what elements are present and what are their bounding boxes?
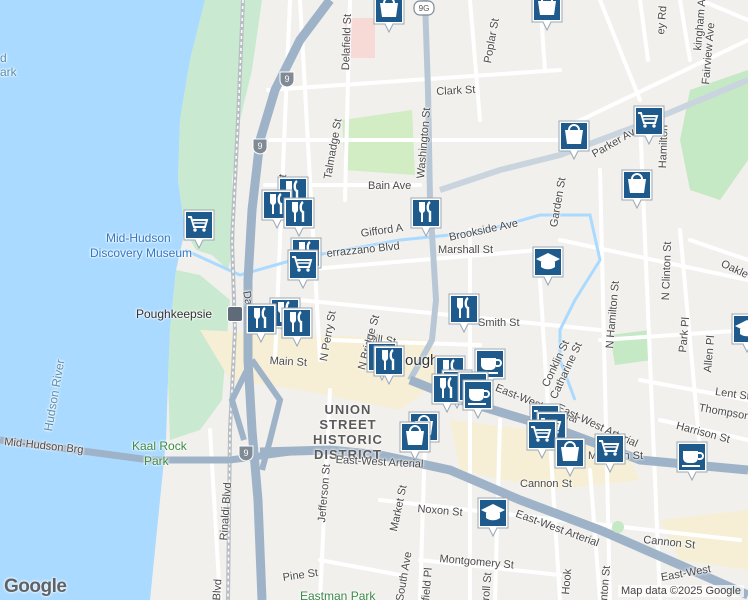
map-attribution[interactable]: Map data ©2025 Google xyxy=(617,585,744,597)
route-9g-shield: 9G xyxy=(413,0,435,21)
water-label-fragment-2: ark xyxy=(0,65,17,79)
water-label-fragment: d xyxy=(0,51,7,65)
street-marshall: Marshall St xyxy=(438,244,494,256)
cafe-icon[interactable] xyxy=(461,378,495,420)
street-clark: Clark St xyxy=(436,83,476,98)
street-delafield: Delafield St xyxy=(340,13,354,71)
street-hooker: Hook xyxy=(560,568,575,596)
street-cannon-1: Cannon St xyxy=(520,478,572,490)
shopping-bag-icon[interactable] xyxy=(530,0,564,32)
route-9-shield: 9 xyxy=(278,70,296,93)
route-9-shield-2: 9 xyxy=(251,137,269,160)
route-9-number-3: 9 xyxy=(243,448,248,458)
street-rinaldi-2: Blvd xyxy=(211,578,225,600)
street-smith: Smith St xyxy=(478,317,520,329)
route-9-number-2: 9 xyxy=(257,141,262,151)
museum-label-line1[interactable]: Mid-Hudson xyxy=(106,232,171,244)
map-canvas[interactable]: d ark Hudson River Mid-Hudson Discovery … xyxy=(0,0,748,600)
school-icon[interactable] xyxy=(531,245,565,287)
school-icon[interactable] xyxy=(730,312,748,354)
restaurant-icon[interactable] xyxy=(409,196,443,238)
restaurant-icon[interactable] xyxy=(280,306,314,348)
shopping-bag-icon[interactable] xyxy=(620,168,654,210)
district-line2: HISTORIC xyxy=(313,432,383,447)
shopping-bag-icon[interactable] xyxy=(557,119,591,161)
map-base-layer xyxy=(0,0,748,600)
street-main: Main St xyxy=(269,355,308,369)
shopping-cart-icon[interactable] xyxy=(286,248,320,290)
restaurant-icon[interactable] xyxy=(282,196,316,238)
cafe-icon[interactable] xyxy=(675,440,709,482)
street-fragment-ey: ey Rd xyxy=(655,5,670,36)
route-9-shield-3: 9 xyxy=(237,444,255,467)
school-icon[interactable] xyxy=(476,496,510,538)
shopping-cart-icon[interactable] xyxy=(182,208,216,250)
route-9g-number: 9G xyxy=(419,4,430,13)
shopping-bag-icon[interactable] xyxy=(372,0,406,34)
street-bain: Bain Ave xyxy=(368,180,412,192)
shopping-cart-icon[interactable] xyxy=(632,104,666,146)
train-station-icon[interactable] xyxy=(227,306,243,322)
kaal-rock-label-line1: Kaal Rock xyxy=(132,439,187,453)
eastman-park-label: Eastman Park xyxy=(300,589,376,600)
street-carroll: roll St xyxy=(480,571,495,600)
kaal-rock-label-line2: Park xyxy=(144,454,169,468)
street-n-clinton: N Clinton St xyxy=(660,241,675,301)
shopping-bag-icon[interactable] xyxy=(553,436,587,478)
restaurant-icon[interactable] xyxy=(244,302,278,344)
museum-label-line2[interactable]: Discovery Museum xyxy=(90,247,192,259)
district-line1: UNION STREET xyxy=(319,402,377,432)
station-label[interactable]: Poughkeepsie xyxy=(136,308,212,320)
district-label: UNION STREET HISTORIC DISTRICT xyxy=(298,402,398,462)
route-9-number: 9 xyxy=(284,74,289,84)
google-logo: Google xyxy=(4,576,67,597)
restaurant-icon[interactable] xyxy=(372,344,406,386)
shopping-cart-icon[interactable] xyxy=(593,432,627,474)
restaurant-icon[interactable] xyxy=(447,292,481,334)
shopping-bag-icon[interactable] xyxy=(398,420,432,462)
